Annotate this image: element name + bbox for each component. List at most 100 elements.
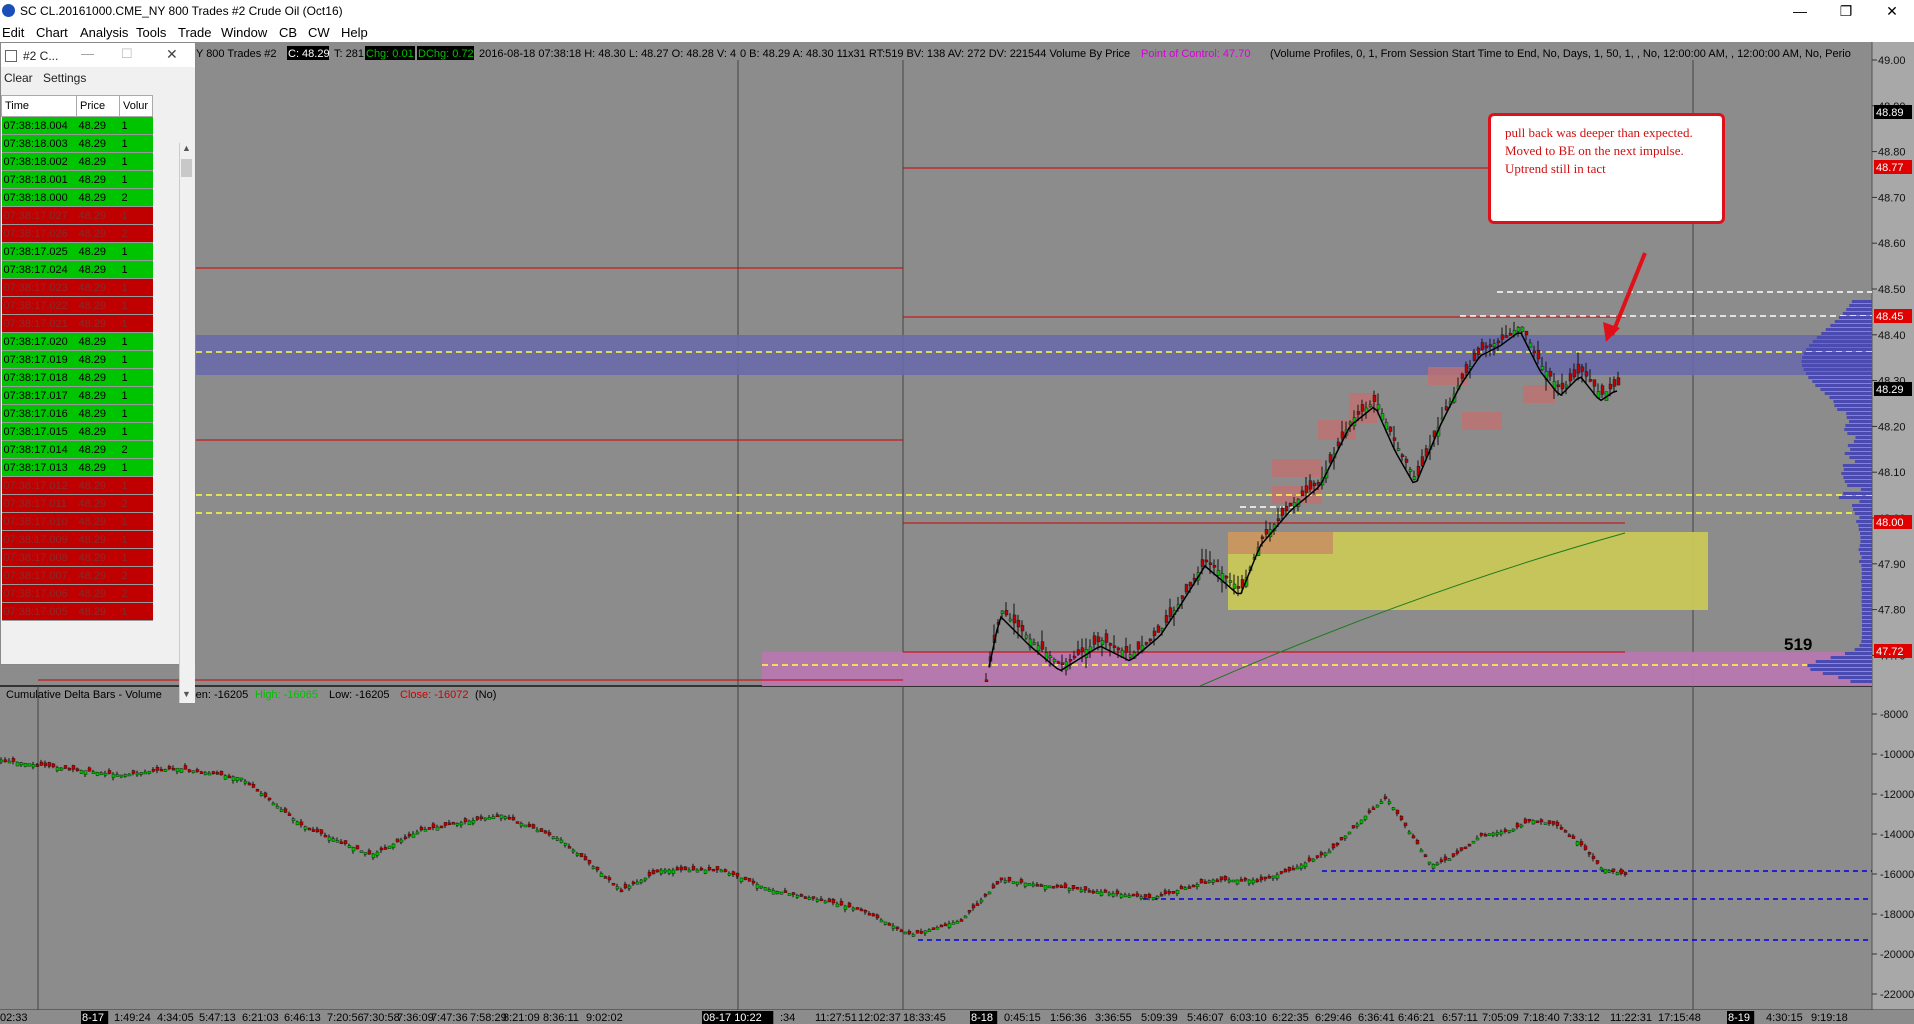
volume-profile-bar — [1808, 376, 1872, 379]
candle-body — [1460, 373, 1465, 379]
menu-cw[interactable]: CW — [308, 25, 330, 40]
ts-cell-vol: 1 — [119, 548, 153, 567]
ts-row[interactable]: 07:38:18.004 48.29 1 — [1, 116, 153, 135]
menu-edit[interactable]: Edit — [2, 25, 24, 40]
tsw-close-icon[interactable]: ✕ — [166, 46, 178, 63]
delta-bar — [615, 886, 620, 890]
candle-body — [1408, 469, 1413, 472]
close-icon[interactable]: ✕ — [1872, 1, 1912, 21]
ts-row[interactable]: 07:38:17.005 48.29 1 — [1, 602, 153, 621]
ts-row[interactable]: 07:38:17.021 48.29 1 — [1, 314, 153, 333]
ts-row[interactable]: 07:38:17.024 48.29 1 — [1, 260, 153, 279]
ts-cell-time: 07:38:18.000 — [1, 188, 77, 207]
menu-window[interactable]: Window — [221, 25, 267, 40]
delta-bar — [1259, 876, 1264, 881]
ts-row[interactable]: 07:38:17.007 48.29 2 — [1, 566, 153, 585]
tsw-minimize-icon[interactable]: — — [81, 46, 94, 61]
delta-bar — [1119, 894, 1124, 898]
ts-row[interactable]: 07:38:17.010 48.29 1 — [1, 512, 153, 531]
clear-button[interactable]: Clear — [4, 71, 33, 85]
delta-bar — [1171, 891, 1176, 894]
ts-row[interactable]: 07:38:17.027 48.29 1 — [1, 206, 153, 225]
delta-bar — [379, 847, 384, 851]
delta-bar — [415, 831, 420, 835]
ts-row[interactable]: 07:38:17.016 48.29 1 — [1, 404, 153, 423]
ts-row[interactable]: 07:38:17.019 48.29 1 — [1, 350, 153, 369]
candle-body — [1572, 369, 1577, 378]
time-and-sales-window[interactable]: #2 C... — ☐ ✕ Clear Settings Time Price … — [0, 42, 196, 703]
delta-bar — [283, 808, 288, 813]
ts-cell-price: 48.29 — [76, 188, 120, 207]
ts-row[interactable]: 07:38:18.002 48.29 1 — [1, 152, 153, 171]
delta-bar — [227, 775, 232, 779]
time-tick-label: 8:21:09 — [503, 1012, 540, 1024]
delta-bar — [1451, 853, 1456, 857]
ts-row[interactable]: 07:38:17.009 48.29 1 — [1, 530, 153, 549]
ts-row[interactable]: 07:38:18.001 48.29 1 — [1, 170, 153, 189]
delta-bar — [967, 910, 972, 913]
delta-bar — [1203, 881, 1208, 884]
ts-cell-vol: 1 — [119, 350, 153, 369]
delta-bar — [1343, 835, 1348, 839]
tsw-maximize-icon[interactable]: ☐ — [121, 46, 133, 62]
delta-bar — [151, 769, 156, 772]
scroll-down-icon[interactable]: ▼ — [182, 689, 191, 699]
menu-cb[interactable]: CB — [279, 25, 297, 40]
col-time[interactable]: Time — [1, 95, 77, 117]
delta-bar — [867, 913, 872, 916]
candle-body — [1576, 363, 1581, 374]
scroll-thumb[interactable] — [181, 159, 192, 177]
delta-bar — [1355, 823, 1360, 827]
menu-tools[interactable]: Tools — [136, 25, 166, 40]
delta-bar — [1251, 879, 1256, 884]
delta-bar — [1487, 833, 1492, 836]
minimize-icon[interactable]: — — [1780, 1, 1820, 21]
ts-row[interactable]: 07:38:17.022 48.29 1 — [1, 296, 153, 315]
menu-analysis[interactable]: Analysis — [80, 25, 128, 40]
ts-row[interactable]: 07:38:17.011 48.29 2 — [1, 494, 153, 513]
ts-row[interactable]: 07:38:17.018 48.29 1 — [1, 368, 153, 387]
ts-row[interactable]: 07:38:17.025 48.29 1 — [1, 242, 153, 261]
delta-bar — [211, 771, 216, 774]
ts-row[interactable]: 07:38:17.017 48.29 1 — [1, 386, 153, 405]
title-bar: SC CL.20161000.CME_NY 800 Trades #2 Crud… — [0, 0, 1914, 22]
delta-bar — [775, 891, 780, 895]
delta-name: Cumulative Delta Bars - Volume — [6, 689, 162, 701]
delta-bar — [1471, 840, 1476, 844]
col-price[interactable]: Price — [76, 95, 120, 117]
delta-bar — [1455, 850, 1460, 854]
ts-row[interactable]: 07:38:17.023 48.29 1 — [1, 278, 153, 297]
delta-bar — [931, 927, 936, 930]
settings-button[interactable]: Settings — [43, 71, 86, 85]
delta-bar — [179, 768, 184, 773]
delta-bar — [331, 838, 336, 842]
ts-row[interactable]: 07:38:17.015 48.29 1 — [1, 422, 153, 441]
ts-row[interactable]: 07:38:17.013 48.29 1 — [1, 458, 153, 477]
ts-row[interactable]: 07:38:18.000 48.29 2 — [1, 188, 153, 207]
delta-bar — [499, 814, 504, 819]
ts-row[interactable]: 07:38:17.008 48.29 1 — [1, 548, 153, 567]
candle-body — [1308, 480, 1313, 490]
menu-help[interactable]: Help — [341, 25, 368, 40]
candle-body — [1264, 529, 1269, 535]
scroll-up-icon[interactable]: ▲ — [182, 143, 191, 153]
delta-bar — [943, 923, 948, 927]
delta-tick-label: -16000 — [1880, 869, 1914, 881]
delta-tick-label: -20000 — [1880, 949, 1914, 961]
ts-row[interactable]: 07:38:18.003 48.29 1 — [1, 134, 153, 153]
ts-row[interactable]: 07:38:17.014 48.29 2 — [1, 440, 153, 459]
ts-row[interactable]: 07:38:17.026 48.29 2 — [1, 224, 153, 243]
menu-trade[interactable]: Trade — [178, 25, 211, 40]
menu-chart[interactable]: Chart — [36, 25, 68, 40]
ts-row[interactable]: 07:38:17.020 48.29 1 — [1, 332, 153, 351]
candle-body — [1368, 404, 1373, 407]
tsw-scrollbar[interactable]: ▲ ▼ — [179, 143, 195, 703]
delta-bar — [327, 836, 332, 841]
annotation-callout[interactable]: pull back was deeper than expected. Move… — [1488, 113, 1725, 224]
ts-row[interactable]: 07:38:17.012 48.29 1 — [1, 476, 153, 495]
delta-close: Close: -16072 — [400, 689, 469, 701]
col-volume[interactable]: Volur — [119, 95, 153, 117]
candle-body — [1404, 458, 1409, 463]
restore-icon[interactable]: ❐ — [1826, 1, 1866, 21]
ts-row[interactable]: 07:38:17.006 48.29 2 — [1, 584, 153, 603]
